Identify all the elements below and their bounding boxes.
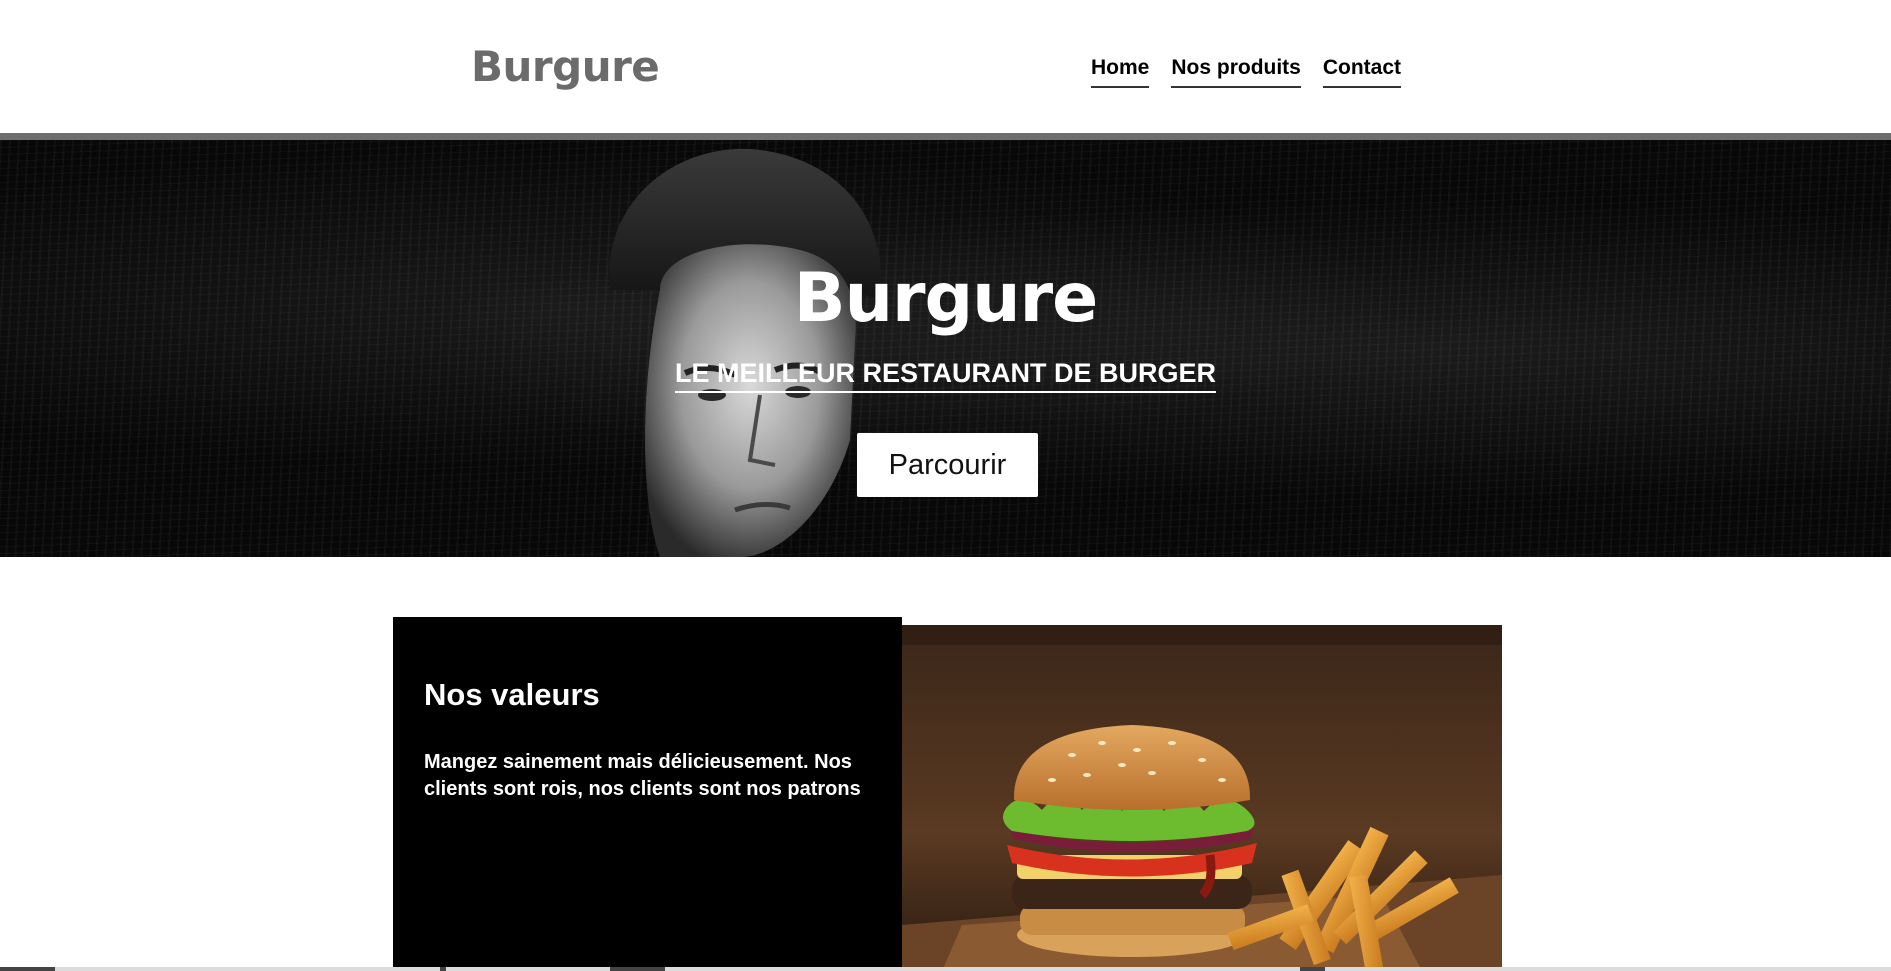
burger-fries-image [902, 625, 1502, 971]
site-header: Burgure Home Nos produits Contact [0, 0, 1891, 133]
site-logo[interactable]: Burgure [471, 42, 660, 91]
nav-link-contact[interactable]: Contact [1322, 56, 1402, 88]
hero-subtitle-container: LE MEILLEUR RESTAURANT DE BURGER [0, 358, 1891, 393]
nav-link-products[interactable]: Nos produits [1171, 56, 1301, 88]
header-divider [0, 133, 1891, 140]
values-card: Nos valeurs Mangez sainement mais délici… [393, 617, 902, 971]
hero-title: Burgure [793, 259, 1099, 338]
browse-button[interactable]: Parcourir [857, 433, 1038, 497]
values-title: Nos valeurs [424, 677, 600, 712]
nav-link-home[interactable]: Home [1091, 56, 1150, 88]
hero-subtitle: LE MEILLEUR RESTAURANT DE BURGER [674, 358, 1216, 393]
page: Burgure Home Nos produits Contact Burgur… [0, 0, 1891, 971]
hero-banner: Burgure LE MEILLEUR RESTAURANT DE BURGER… [0, 140, 1891, 557]
main-nav: Home Nos produits Contact [1091, 56, 1402, 88]
horizontal-scrollbar[interactable] [0, 967, 1891, 971]
values-text: Mangez sainement mais délicieusement. No… [424, 751, 861, 800]
